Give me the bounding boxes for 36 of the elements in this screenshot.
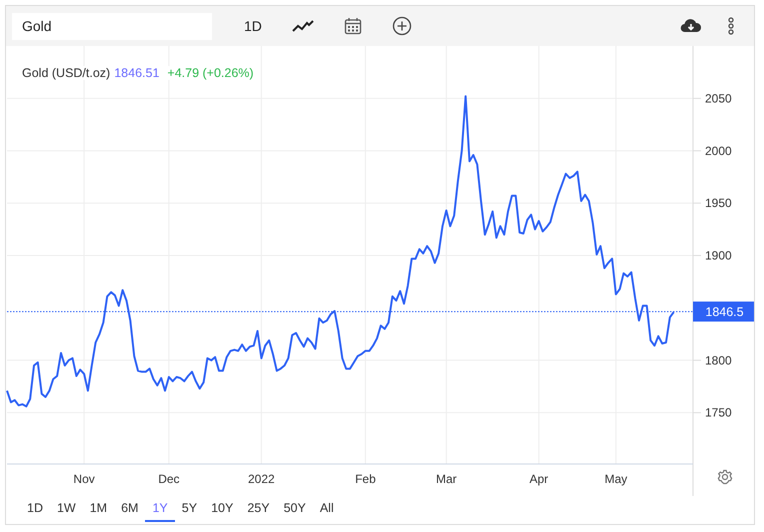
x-axis-label: Feb (355, 472, 376, 486)
legend-change: +4.79 (+0.26%) (167, 66, 254, 80)
y-axis-label: 1750 (705, 406, 732, 420)
range-tab[interactable]: 6M (114, 496, 146, 522)
download-icon[interactable] (680, 18, 702, 34)
range-tab[interactable]: 1Y (145, 496, 175, 522)
add-icon[interactable] (392, 16, 412, 36)
y-axis-label: 2000 (705, 144, 732, 158)
legend-price: 1846.51 (114, 66, 160, 80)
range-tab[interactable]: 1D (20, 496, 50, 522)
settings-icon[interactable] (718, 470, 732, 484)
y-axis-label: 1900 (705, 248, 732, 263)
y-axis-label: 2050 (705, 91, 732, 106)
search-field[interactable]: Gold (12, 12, 212, 40)
x-axis-label: May (604, 472, 628, 486)
legend-name: Gold (USD/t.oz) (22, 66, 110, 80)
y-axis-label: 1950 (705, 196, 732, 210)
interval-button[interactable]: 1D (240, 16, 266, 36)
x-axis-label: Apr (530, 472, 548, 486)
range-tab[interactable]: All (312, 496, 341, 522)
range-tab[interactable]: 1M (82, 496, 114, 522)
line-chart-icon[interactable] (292, 19, 314, 33)
x-axis-label: Nov (73, 472, 95, 486)
x-axis-label: Mar (436, 472, 457, 486)
range-tab[interactable]: 50Y (276, 496, 313, 522)
y-axis-label: 1800 (705, 353, 732, 368)
range-tab[interactable]: 1W (50, 496, 83, 522)
range-tab[interactable]: 5Y (174, 496, 204, 522)
x-axis-label: Dec (158, 472, 180, 486)
x-axis-label: 2022 (248, 472, 275, 486)
more-icon[interactable] (728, 17, 734, 35)
price-tag: 1846.5 (693, 302, 754, 322)
range-tab[interactable]: 10Y (204, 496, 240, 522)
ref-line-label: 1846.5 (705, 305, 744, 320)
calendar-icon[interactable] (344, 17, 362, 35)
range-tab[interactable]: 25Y (240, 496, 277, 522)
